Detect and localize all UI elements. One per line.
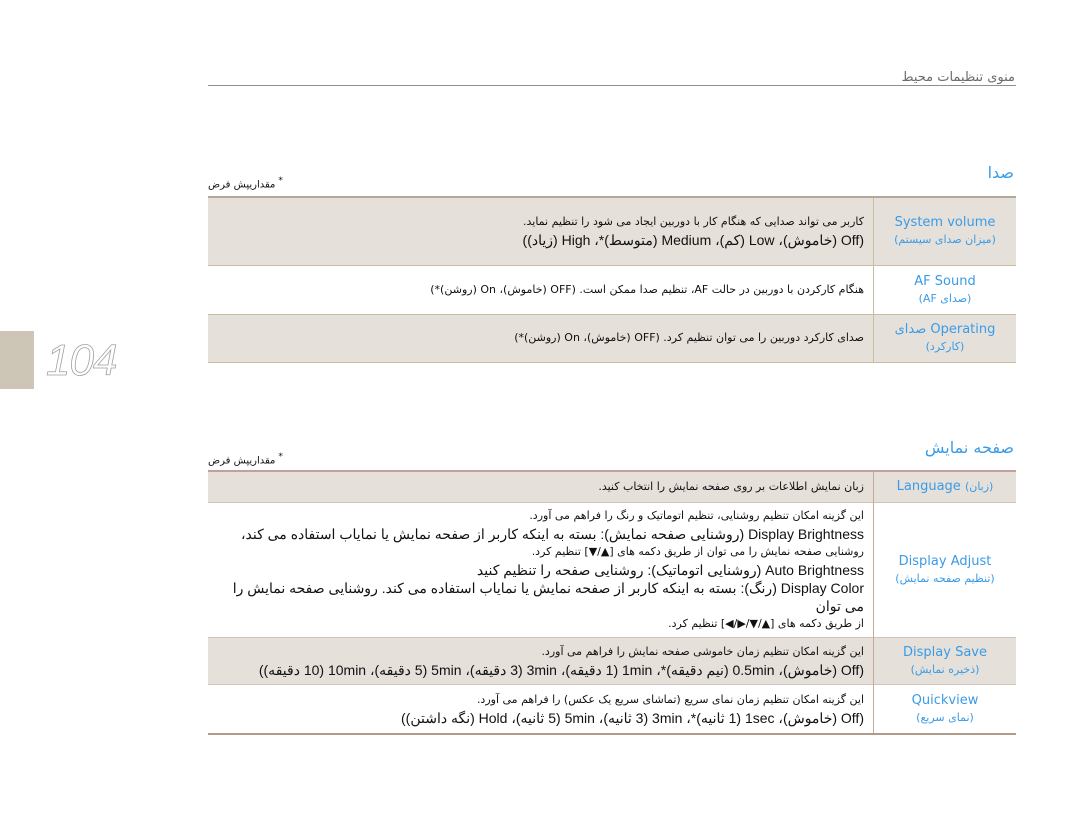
setting-name: صدای Operating xyxy=(894,322,996,337)
description-line: Display Brightness (روشنایی صفحه نمایش):… xyxy=(240,525,864,542)
table-row: زبان نمایش اطلاعات بر روی صفحه نمایش را … xyxy=(208,471,1016,502)
setting-name: Language xyxy=(896,479,961,495)
setting-name: AF Sound xyxy=(914,273,976,289)
setting-name: Display Save xyxy=(903,644,987,660)
row-description: این گزینه امکان تنظیم روشنایی، تنظیم اتو… xyxy=(208,502,874,637)
setting-name: System volume xyxy=(894,215,996,231)
description-line: روشنایی صفحه نمایش را می توان از طریق دک… xyxy=(531,544,864,558)
setting-name-fa: (ذخیره نمایش) xyxy=(910,662,980,676)
setting-label: AF Sound (صدای AF) xyxy=(873,265,1016,314)
setting-label: Display Adjust (تنظیم صفحه نمایش) xyxy=(873,502,1016,637)
section-title-display: صفحه نمایش xyxy=(924,438,1014,457)
options-line: (Off (خاموش)، 0.5min (نیم دقیقه)*، 1min … xyxy=(258,661,864,678)
table-row: این گزینه امکان تنظیم زمان نمای سریع (تم… xyxy=(208,684,1016,734)
page-number: 104 xyxy=(46,336,118,386)
section-title-sound: صدا xyxy=(987,163,1014,182)
table-row: این گزینه امکان تنظیم روشنایی، تنظیم اتو… xyxy=(208,502,1016,637)
table-row: صدای کارکرد دوربین را می توان تنظیم کرد.… xyxy=(208,314,1016,362)
description-line: این گزینه امکان تنظیم زمان خاموشی صفحه ن… xyxy=(541,644,864,658)
page-header-title: منوی تنظیمات محیط xyxy=(901,70,1015,85)
header-divider xyxy=(208,85,1016,86)
table-row: این گزینه امکان تنظیم زمان خاموشی صفحه ن… xyxy=(208,637,1016,684)
table-row: هنگام کارکردن با دوربین در حالت AF، تنظی… xyxy=(208,265,1016,314)
row-description: کاربر می تواند صدایی که هنگام کار با دور… xyxy=(208,197,874,265)
description-line: از طریق دکمه های [▲/▼/▶/◀] تنظیم کرد. xyxy=(668,616,864,630)
default-value-note: *مقداریپش فرض xyxy=(208,176,283,190)
sound-settings-table: کاربر می تواند صدایی که هنگام کار با دور… xyxy=(208,196,1016,363)
description-line: صدای کارکرد دوربین را می توان تنظیم کرد.… xyxy=(514,331,864,344)
description-line: هنگام کارکردن با دوربین در حالت AF، تنظی… xyxy=(430,282,864,296)
table-row: کاربر می تواند صدایی که هنگام کار با دور… xyxy=(208,197,1016,265)
description-line: زبان نمایش اطلاعات بر روی صفحه نمایش را … xyxy=(598,479,864,493)
setting-name-fa: (میزان صدای سیستم) xyxy=(894,233,996,247)
setting-label: System volume (میزان صدای سیستم) xyxy=(873,197,1016,265)
description-line: Auto Brightness (روشنایی اتوماتیک): روشن… xyxy=(476,561,864,578)
setting-name-fa: (صدای AF) xyxy=(918,291,972,305)
setting-name-fa: (نمای سریع) xyxy=(916,710,974,724)
row-description: هنگام کارکردن با دوربین در حالت AF، تنظی… xyxy=(208,265,874,314)
row-description: صدای کارکرد دوربین را می توان تنظیم کرد.… xyxy=(208,314,874,362)
setting-name-fa: (کارکرد) xyxy=(925,340,965,353)
description-line: Display Color (رنگ): بسته به اینکه کاربر… xyxy=(232,579,864,614)
setting-name-fa: (تنظیم صفحه نمایش) xyxy=(895,571,995,585)
setting-name-fa: (زبان) xyxy=(964,480,994,494)
display-settings-table: زبان نمایش اطلاعات بر روی صفحه نمایش را … xyxy=(208,470,1016,735)
setting-label: Language (زبان) xyxy=(873,471,1016,502)
description-line: این گزینه امکان تنظیم روشنایی، تنظیم اتو… xyxy=(529,508,864,522)
row-description: این گزینه امکان تنظیم زمان نمای سریع (تم… xyxy=(208,684,874,734)
row-description: زبان نمایش اطلاعات بر روی صفحه نمایش را … xyxy=(208,471,874,502)
default-note-text: مقداریپش فرض xyxy=(208,455,276,467)
row-description: این گزینه امکان تنظیم زمان خاموشی صفحه ن… xyxy=(208,637,874,684)
options-line: (Off (خاموش)، Low (کم)، Medium (متوسط)*،… xyxy=(522,232,864,249)
default-star: * xyxy=(278,176,283,186)
description-line: کاربر می تواند صدایی که هنگام کار با دور… xyxy=(522,215,864,229)
setting-label: Quickview (نمای سریع) xyxy=(873,684,1016,734)
default-star: * xyxy=(278,452,283,462)
setting-name: Quickview xyxy=(911,692,979,708)
default-value-note: *مقداریپش فرض xyxy=(208,452,283,466)
chapter-tab xyxy=(0,331,34,389)
description-line: این گزینه امکان تنظیم زمان نمای سریع (تم… xyxy=(476,692,864,706)
setting-label: Display Save (ذخیره نمایش) xyxy=(873,637,1016,684)
setting-label: صدای Operating (کارکرد) xyxy=(873,314,1016,362)
setting-name: Display Adjust xyxy=(898,553,992,569)
default-note-text: مقداریپش فرض xyxy=(208,179,276,191)
options-line: (Off (خاموش)، 1sec (1 ثانیه)*، 3min (3 ث… xyxy=(401,709,864,726)
